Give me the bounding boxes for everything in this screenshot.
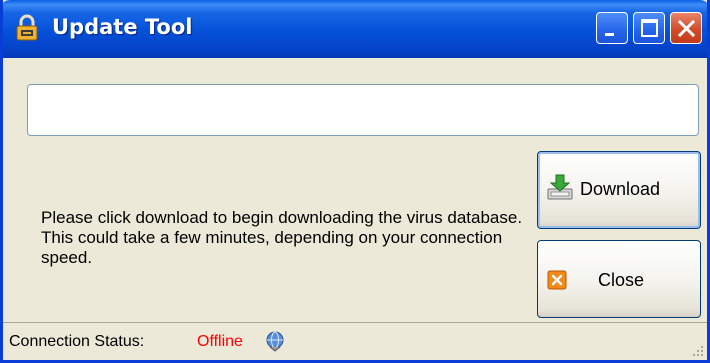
status-bar: Connection Status: Offline: [3, 322, 707, 360]
update-source-field[interactable]: [27, 84, 699, 136]
title-bar[interactable]: Update Tool: [3, 0, 707, 58]
maximize-button[interactable]: [633, 12, 665, 44]
download-icon: [547, 174, 573, 200]
maximize-icon: [641, 19, 658, 37]
connection-status-value: Offline: [197, 333, 243, 350]
close-x-icon: [547, 270, 567, 290]
close-button-label: Close: [598, 270, 645, 290]
download-button[interactable]: Download: [537, 151, 701, 229]
connection-status-label: Connection Status:: [9, 333, 145, 350]
download-button-label: Download: [580, 179, 661, 199]
lock-icon: [16, 14, 38, 41]
close-icon: [677, 19, 696, 38]
close-window-button[interactable]: [670, 12, 702, 44]
instruction-text: Please click download to begin downloadi…: [41, 208, 523, 267]
update-tool-window: Update Tool Please click download to beg…: [0, 0, 710, 363]
minimize-button[interactable]: [596, 12, 628, 44]
window-title: Update Tool: [52, 15, 193, 39]
resize-grip[interactable]: [690, 343, 704, 357]
minimize-icon: [605, 33, 614, 36]
globe-icon: [266, 331, 284, 352]
close-button[interactable]: Close: [537, 240, 701, 318]
